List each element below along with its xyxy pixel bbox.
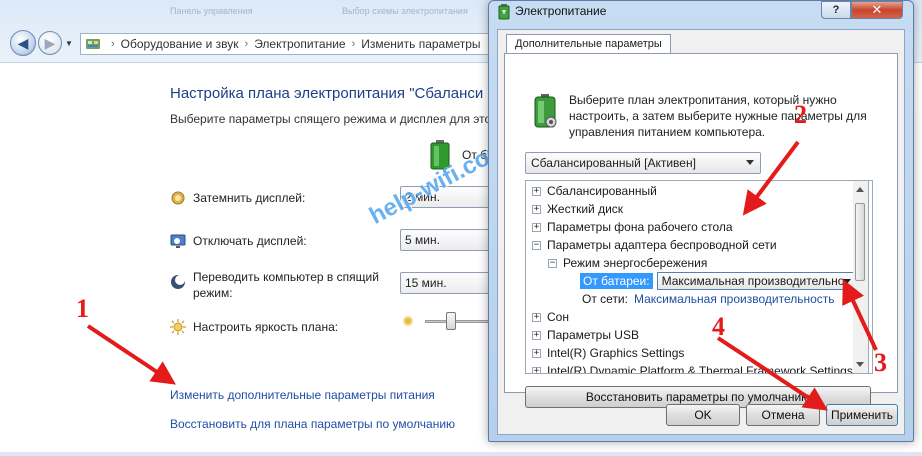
collapse-icon[interactable]: − bbox=[548, 258, 557, 268]
tree-item-label: Параметры адаптера беспроводной сети bbox=[547, 238, 777, 252]
on-ac-value[interactable]: Максимальная производительность bbox=[634, 292, 835, 306]
tree-item-label: Жесткий диск bbox=[547, 202, 624, 216]
annotation-arrow-1 bbox=[86, 324, 176, 385]
brightness-label: Настроить яркость плана: bbox=[193, 320, 339, 334]
sleep-select[interactable]: 15 мин. bbox=[400, 272, 500, 294]
collapse-icon[interactable]: − bbox=[532, 240, 541, 250]
forward-button[interactable]: ▶ bbox=[38, 31, 62, 55]
on-battery-select[interactable]: Максимальная производительно bbox=[656, 272, 857, 290]
faded-header-text-2: Выбор схемы электропитания bbox=[342, 6, 468, 16]
settings-tree: + Сбалансированный + Жесткий диск + Парамет… bbox=[525, 180, 873, 374]
forward-arrow-icon: ▶ bbox=[44, 34, 56, 51]
tab-advanced-settings[interactable]: Дополнительные параметры bbox=[506, 34, 671, 54]
help-button[interactable]: ? bbox=[821, 1, 851, 19]
sleep-moon-icon bbox=[171, 275, 185, 289]
expand-icon[interactable]: + bbox=[532, 222, 541, 232]
brightness-slider-thumb[interactable] bbox=[446, 312, 456, 330]
tree-item-usb[interactable]: + Параметры USB bbox=[532, 326, 639, 344]
power-options-dialog: Электропитание ? ✕ Дополнительные параме… bbox=[488, 0, 914, 442]
help-icon: ? bbox=[832, 4, 840, 16]
scroll-thumb[interactable] bbox=[855, 203, 865, 281]
battery-settings-icon bbox=[534, 94, 557, 128]
tree-item-wireless[interactable]: − Параметры адаптера беспроводной сети bbox=[532, 236, 777, 254]
on-battery-value: Максимальная производительно bbox=[661, 274, 845, 288]
chevron-down-icon bbox=[746, 160, 754, 165]
turn-off-display-label: Отключать дисплей: bbox=[193, 234, 307, 248]
tree-item-on-ac[interactable]: От сети: Максимальная производительность bbox=[582, 290, 835, 308]
tree-item-balanced[interactable]: + Сбалансированный bbox=[532, 182, 657, 200]
expand-icon[interactable]: + bbox=[532, 330, 541, 340]
tree-item-powersave[interactable]: − Режим энергосбережения bbox=[548, 254, 707, 272]
address-bar[interactable]: › Оборудование и звук › Электропитание ›… bbox=[80, 33, 520, 55]
dialog-description: Выберите план электропитания, который ну… bbox=[569, 93, 867, 139]
expand-icon[interactable]: + bbox=[532, 204, 541, 214]
tree-item-desktop[interactable]: + Параметры фона рабочего стола bbox=[532, 218, 733, 236]
tree-item-label: Intel(R) Graphics Settings bbox=[547, 346, 685, 360]
brightness-low-icon bbox=[403, 316, 413, 326]
tree-item-label: Intel(R) Dynamic Platform & Thermal Fram… bbox=[547, 364, 853, 374]
annotation-number-4: 4 bbox=[712, 312, 725, 341]
turn-off-display-select[interactable]: 5 мин. bbox=[400, 229, 500, 251]
page-title: Настройка плана электропитания "Сбаланси bbox=[170, 85, 484, 102]
tree-item-intel-dptf[interactable]: + Intel(R) Dynamic Platform & Thermal Fra… bbox=[532, 362, 853, 374]
sleep-label-line1: Переводить компьютер в спящий bbox=[193, 270, 379, 284]
tree-item-label: Режим энергосбережения bbox=[563, 256, 708, 270]
annotation-number-2: 2 bbox=[794, 100, 807, 129]
back-arrow-icon: ◀ bbox=[17, 34, 29, 51]
control-panel-icon bbox=[86, 39, 100, 49]
advanced-settings-link[interactable]: Изменить дополнительные параметры питани… bbox=[170, 388, 435, 402]
page-subtitle: Выберите параметры спящего режима и дисп… bbox=[170, 112, 492, 126]
close-icon: ✕ bbox=[871, 2, 883, 17]
advanced-settings-panel: Выберите план электропитания, который ну… bbox=[504, 53, 898, 408]
cancel-button[interactable]: Отмена bbox=[746, 404, 820, 426]
breadcrumb-power[interactable]: Электропитание bbox=[254, 37, 345, 51]
chevron-down-icon bbox=[842, 279, 851, 284]
apply-button[interactable]: Применить bbox=[826, 404, 898, 426]
expand-icon[interactable]: + bbox=[532, 312, 541, 322]
dim-display-label: Затемнить дисплей: bbox=[193, 191, 306, 205]
tree-item-label: Параметры фона рабочего стола bbox=[547, 220, 733, 234]
turn-off-display-icon bbox=[170, 234, 186, 248]
breadcrumb-separator-icon: › bbox=[351, 38, 356, 50]
expand-icon[interactable]: + bbox=[532, 366, 541, 373]
back-button[interactable]: ◀ bbox=[10, 30, 36, 56]
breadcrumb-separator-icon: › bbox=[111, 38, 115, 50]
on-battery-label: От батареи: bbox=[580, 273, 653, 289]
tree-item-label: Сбалансированный bbox=[547, 184, 657, 198]
power-plan-select[interactable]: Сбалансированный [Активен] bbox=[525, 152, 761, 174]
history-dropdown-icon[interactable]: ▼ bbox=[65, 39, 73, 48]
battery-plug-icon bbox=[498, 4, 510, 20]
faded-header-text-1: Панель управления bbox=[170, 6, 253, 16]
tree-item-sleep[interactable]: + Сон bbox=[532, 308, 569, 326]
breadcrumb-edit-plan[interactable]: Изменить параметры bbox=[361, 37, 480, 51]
tree-item-hdd[interactable]: + Жесткий диск bbox=[532, 200, 623, 218]
power-plan-value: Сбалансированный [Активен] bbox=[531, 156, 696, 170]
footer-line bbox=[0, 452, 922, 456]
tree-item-label: Сон bbox=[547, 310, 569, 324]
expand-icon[interactable]: + bbox=[532, 186, 541, 196]
tree-item-intel-graphics[interactable]: + Intel(R) Graphics Settings bbox=[532, 344, 684, 362]
brightness-slider-track[interactable] bbox=[425, 320, 495, 323]
ok-button[interactable]: OK bbox=[666, 404, 740, 426]
expand-icon[interactable]: + bbox=[532, 348, 541, 358]
dim-display-icon bbox=[171, 191, 185, 205]
breadcrumb-hardware[interactable]: Оборудование и звук bbox=[121, 37, 239, 51]
scroll-down-icon[interactable] bbox=[856, 362, 864, 367]
sleep-label-line2: режим: bbox=[193, 286, 233, 300]
scroll-up-icon[interactable] bbox=[856, 187, 864, 192]
restore-defaults-link[interactable]: Восстановить для плана параметры по умол… bbox=[170, 417, 455, 431]
dialog-title: Электропитание bbox=[515, 4, 607, 18]
annotation-number-3: 3 bbox=[874, 348, 887, 377]
close-button[interactable]: ✕ bbox=[851, 1, 903, 19]
dialog-body: Дополнительные параметры Выберите план э… bbox=[497, 29, 905, 435]
on-ac-label: От сети: bbox=[582, 292, 628, 306]
tree-item-on-battery[interactable]: От батареи: Максимальная производительно bbox=[580, 272, 857, 290]
breadcrumb-separator-icon: › bbox=[244, 38, 249, 50]
annotation-number-1: 1 bbox=[76, 294, 89, 323]
tree-item-label: Параметры USB bbox=[547, 328, 639, 342]
nav-buttons: ◀ ▶ ▼ bbox=[10, 30, 73, 56]
brightness-sun-icon bbox=[170, 319, 186, 335]
tree-scrollbar[interactable] bbox=[853, 180, 869, 374]
